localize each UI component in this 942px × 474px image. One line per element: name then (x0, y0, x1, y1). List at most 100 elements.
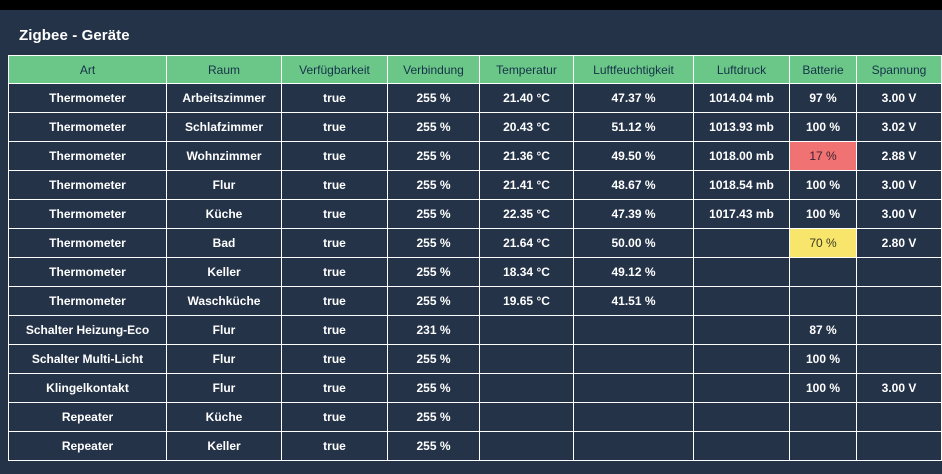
cell-verbindung: 255 % (387, 170, 480, 200)
cell-temperatur (479, 431, 574, 461)
cell-luftfeuchtigkeit (573, 431, 694, 461)
cell-verfuegbarkeit: true (281, 83, 388, 113)
table-row: Thermometer Keller true 255 % 18.34 °C 49.12 … (8, 257, 942, 287)
column-header: Raum (166, 55, 282, 84)
cell-spannung: 2.88 V (856, 141, 942, 171)
cell-batterie: 97 % (789, 83, 857, 113)
cell-luftdruck (693, 315, 790, 345)
column-header: Batterie (789, 55, 857, 84)
cell-verfuegbarkeit: true (281, 373, 388, 403)
cell-verbindung: 255 % (387, 286, 480, 316)
cell-spannung (856, 315, 942, 345)
cell-verfuegbarkeit: true (281, 431, 388, 461)
cell-spannung: 3.00 V (856, 199, 942, 229)
cell-art: Klingelkontakt (8, 373, 167, 403)
column-header: Luftfeuchtigkeit (573, 55, 694, 84)
cell-spannung: 2.80 V (856, 228, 942, 258)
column-header: Luftdruck (693, 55, 790, 84)
cell-luftdruck: 1018.00 mb (693, 141, 790, 171)
cell-batterie: 70 % (789, 228, 857, 258)
cell-verbindung: 255 % (387, 199, 480, 229)
cell-batterie (789, 286, 857, 316)
cell-luftdruck: 1017.43 mb (693, 199, 790, 229)
cell-luftdruck (693, 431, 790, 461)
cell-temperatur (479, 373, 574, 403)
cell-art: Thermometer (8, 112, 167, 142)
cell-luftdruck: 1018.54 mb (693, 170, 790, 200)
cell-luftdruck (693, 402, 790, 432)
cell-spannung (856, 402, 942, 432)
cell-raum: Arbeitszimmer (166, 83, 282, 113)
table-row: Repeater Küche true 255 % (8, 402, 942, 432)
cell-luftdruck (693, 228, 790, 258)
cell-batterie (789, 402, 857, 432)
cell-raum: Schlafzimmer (166, 112, 282, 142)
table-row: Thermometer Bad true 255 % 21.64 °C 50.00 % 70… (8, 228, 942, 258)
cell-verbindung: 255 % (387, 228, 480, 258)
cell-raum: Keller (166, 257, 282, 287)
cell-raum: Flur (166, 170, 282, 200)
cell-batterie: 100 % (789, 170, 857, 200)
cell-raum: Keller (166, 431, 282, 461)
cell-temperatur: 20.43 °C (479, 112, 574, 142)
cell-luftfeuchtigkeit (573, 402, 694, 432)
cell-verbindung: 255 % (387, 431, 480, 461)
cell-verfuegbarkeit: true (281, 402, 388, 432)
cell-verbindung: 255 % (387, 402, 480, 432)
cell-luftdruck (693, 373, 790, 403)
devices-table: Art Raum Verfügbarkeit Verbindung Temperatur… (8, 55, 942, 461)
zigbee-devices-panel: Zigbee - Geräte Art Raum Verfügbarkeit Verb… (0, 10, 942, 474)
table-body: Thermometer Arbeitszimmer true 255 % 21.40 °… (8, 83, 942, 461)
cell-verbindung: 255 % (387, 257, 480, 287)
cell-luftfeuchtigkeit: 47.37 % (573, 83, 694, 113)
cell-batterie: 100 % (789, 112, 857, 142)
cell-raum: Wohnzimmer (166, 141, 282, 171)
column-header: Art (8, 55, 167, 84)
cell-verfuegbarkeit: true (281, 112, 388, 142)
table-row: Thermometer Waschküche true 255 % 19.65 °C 41… (8, 286, 942, 316)
cell-temperatur (479, 402, 574, 432)
cell-batterie: 100 % (789, 344, 857, 374)
cell-batterie (789, 257, 857, 287)
cell-spannung (856, 257, 942, 287)
cell-verbindung: 255 % (387, 112, 480, 142)
cell-batterie (789, 431, 857, 461)
cell-raum: Flur (166, 344, 282, 374)
table-row: Thermometer Küche true 255 % 22.35 °C 47.39 %… (8, 199, 942, 229)
cell-raum: Küche (166, 199, 282, 229)
table-row: Thermometer Arbeitszimmer true 255 % 21.40 °… (8, 83, 942, 113)
cell-verfuegbarkeit: true (281, 344, 388, 374)
cell-art: Thermometer (8, 228, 167, 258)
cell-temperatur: 21.40 °C (479, 83, 574, 113)
panel-title: Zigbee - Geräte (19, 27, 130, 44)
table-row: Klingelkontakt Flur true 255 % 100 % 3.00 V (8, 373, 942, 403)
cell-verbindung: 255 % (387, 344, 480, 374)
column-header: Verbindung (387, 55, 480, 84)
cell-temperatur: 19.65 °C (479, 286, 574, 316)
table-row: Thermometer Schlafzimmer true 255 % 20.43 °C… (8, 112, 942, 142)
cell-temperatur: 21.41 °C (479, 170, 574, 200)
cell-art: Repeater (8, 431, 167, 461)
cell-spannung: 3.00 V (856, 373, 942, 403)
table-row: Thermometer Flur true 255 % 21.41 °C 48.67 % 1… (8, 170, 942, 200)
cell-spannung (856, 286, 942, 316)
cell-luftfeuchtigkeit: 49.12 % (573, 257, 694, 287)
cell-luftfeuchtigkeit (573, 315, 694, 345)
cell-batterie: 87 % (789, 315, 857, 345)
cell-luftfeuchtigkeit: 50.00 % (573, 228, 694, 258)
cell-batterie: 100 % (789, 199, 857, 229)
cell-verbindung: 255 % (387, 141, 480, 171)
cell-spannung: 3.02 V (856, 112, 942, 142)
cell-verfuegbarkeit: true (281, 228, 388, 258)
cell-temperatur: 21.36 °C (479, 141, 574, 171)
cell-raum: Küche (166, 402, 282, 432)
cell-art: Thermometer (8, 286, 167, 316)
cell-temperatur: 22.35 °C (479, 199, 574, 229)
cell-luftdruck (693, 257, 790, 287)
table-row: Schalter Multi-Licht Flur true 255 % 100 % (8, 344, 942, 374)
cell-art: Thermometer (8, 170, 167, 200)
cell-verfuegbarkeit: true (281, 286, 388, 316)
cell-verfuegbarkeit: true (281, 257, 388, 287)
cell-verfuegbarkeit: true (281, 315, 388, 345)
cell-art: Thermometer (8, 141, 167, 171)
